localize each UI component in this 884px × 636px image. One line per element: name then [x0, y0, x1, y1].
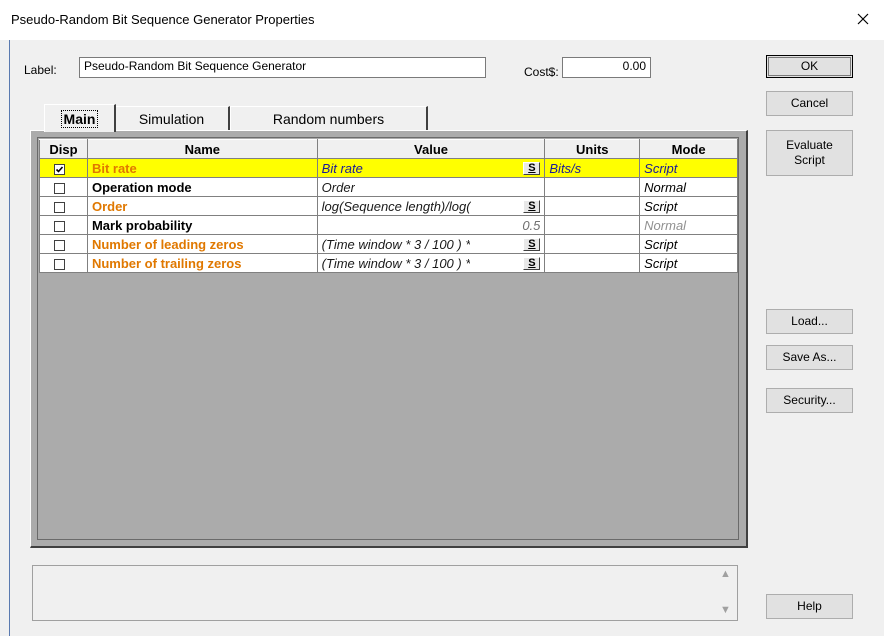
security-label: Security... — [783, 393, 836, 407]
cost-input[interactable]: 0.00 — [562, 57, 651, 78]
value-text: Order — [321, 179, 355, 195]
tab-main[interactable]: Main — [44, 104, 116, 132]
col-header-name[interactable]: Name — [86, 139, 318, 159]
mode-cell[interactable]: Script — [639, 158, 738, 178]
units-cell[interactable] — [544, 253, 641, 273]
description-box[interactable] — [32, 565, 738, 621]
script-button[interactable]: S — [523, 162, 541, 175]
table-row[interactable]: Bit rate Bit rate S Bits/s Script — [39, 158, 738, 178]
disp-cell — [39, 253, 88, 273]
disp-cell — [39, 215, 88, 235]
units-cell[interactable]: Bits/s — [544, 158, 641, 178]
tab-random-numbers-label: Random numbers — [272, 110, 385, 127]
units-cell[interactable] — [544, 177, 641, 197]
value-text: log(Sequence length)/log( — [321, 198, 471, 214]
close-button[interactable] — [848, 6, 878, 34]
tab-main-label: Main — [60, 109, 99, 128]
script-button[interactable]: S — [523, 257, 541, 270]
col-header-disp[interactable]: Disp — [39, 139, 88, 159]
table-row[interactable]: Operation mode Order Normal — [39, 177, 738, 197]
disp-cell — [39, 196, 88, 216]
properties-grid: Disp Name Value Units Mode Bit rate Bit r… — [37, 137, 739, 540]
help-button[interactable]: Help — [766, 594, 853, 619]
properties-table: Disp Name Value Units Mode Bit rate Bit r… — [39, 139, 738, 273]
value-cell[interactable]: Order — [316, 177, 546, 197]
col-header-value[interactable]: Value — [316, 139, 546, 159]
mode-cell[interactable]: Script — [639, 253, 738, 273]
script-button[interactable]: S — [523, 238, 541, 251]
units-cell[interactable] — [544, 196, 641, 216]
disp-cell — [39, 177, 88, 197]
description-scrollbar[interactable]: ▲ ▼ — [716, 566, 736, 620]
load-button[interactable]: Load... — [766, 309, 853, 334]
value-cell[interactable]: Bit rate S — [316, 158, 546, 178]
save-as-label: Save As... — [782, 350, 837, 364]
evaluate-script-button[interactable]: Evaluate Script — [766, 130, 853, 176]
tab-random-numbers[interactable]: Random numbers — [230, 106, 428, 130]
value-text: (Time window * 3 / 100 ) * — [321, 255, 471, 271]
help-label: Help — [797, 599, 822, 613]
table-row[interactable]: Order log(Sequence length)/log( S Script — [39, 196, 738, 216]
mode-cell[interactable]: Normal — [639, 215, 738, 235]
table-header-row: Disp Name Value Units Mode — [39, 139, 738, 159]
cost-caption: Cost$: — [524, 65, 559, 79]
units-cell[interactable] — [544, 234, 641, 254]
mode-cell[interactable]: Script — [639, 234, 738, 254]
col-header-mode[interactable]: Mode — [639, 139, 738, 159]
name-cell: Mark probability — [86, 215, 318, 235]
evaluate-label-line2: Script — [794, 153, 825, 167]
cancel-label: Cancel — [790, 96, 829, 110]
table-row[interactable]: Number of leading zeros (Time window * 3 … — [39, 234, 738, 254]
tab-simulation-label: Simulation — [138, 110, 205, 127]
checkbox-unchecked[interactable] — [54, 220, 65, 232]
cancel-button[interactable]: Cancel — [766, 91, 853, 116]
name-cell: Bit rate — [86, 158, 318, 178]
value-cell[interactable]: (Time window * 3 / 100 ) * S — [316, 253, 546, 273]
units-cell[interactable] — [544, 215, 641, 235]
checkbox-unchecked[interactable] — [54, 201, 65, 213]
mode-cell[interactable]: Script — [639, 196, 738, 216]
checkbox-unchecked[interactable] — [54, 182, 65, 194]
checkbox-unchecked[interactable] — [54, 258, 65, 270]
value-text: (Time window * 3 / 100 ) * — [321, 236, 471, 252]
label-caption: Label: — [24, 63, 57, 77]
value-text: Bit rate — [321, 160, 363, 176]
value-cell[interactable]: log(Sequence length)/log( S — [316, 196, 546, 216]
col-header-units[interactable]: Units — [544, 139, 641, 159]
scroll-down-icon[interactable]: ▼ — [720, 604, 731, 616]
window-edge — [9, 40, 10, 636]
tab-panel: Disp Name Value Units Mode Bit rate Bit r… — [30, 130, 748, 548]
name-cell: Number of leading zeros — [86, 234, 318, 254]
ok-label: OK — [800, 59, 819, 73]
mode-cell[interactable]: Normal — [639, 177, 738, 197]
label-input[interactable]: Pseudo-Random Bit Sequence Generator — [79, 57, 486, 78]
ok-button[interactable]: OK — [766, 55, 853, 78]
disp-cell — [39, 158, 88, 178]
name-cell: Order — [86, 196, 318, 216]
value-cell[interactable]: 0.5 — [316, 215, 546, 235]
checkbox-checked[interactable] — [54, 163, 65, 175]
name-cell: Number of trailing zeros — [86, 253, 318, 273]
security-button[interactable]: Security... — [766, 388, 853, 413]
value-text: 0.5 — [522, 217, 541, 233]
name-cell: Operation mode — [86, 177, 318, 197]
close-icon — [857, 13, 869, 28]
script-button[interactable]: S — [523, 200, 541, 213]
table-row[interactable]: Number of trailing zeros (Time window * 3… — [39, 253, 738, 273]
checkbox-unchecked[interactable] — [54, 239, 65, 251]
evaluate-label-line1: Evaluate — [786, 138, 833, 152]
value-cell[interactable]: (Time window * 3 / 100 ) * S — [316, 234, 546, 254]
save-as-button[interactable]: Save As... — [766, 345, 853, 370]
scroll-up-icon[interactable]: ▲ — [720, 568, 731, 580]
table-row[interactable]: Mark probability 0.5 Normal — [39, 215, 738, 235]
load-label: Load... — [791, 314, 828, 328]
disp-cell — [39, 234, 88, 254]
tab-simulation[interactable]: Simulation — [114, 106, 230, 130]
window-title: Pseudo-Random Bit Sequence Generator Pro… — [11, 12, 315, 27]
